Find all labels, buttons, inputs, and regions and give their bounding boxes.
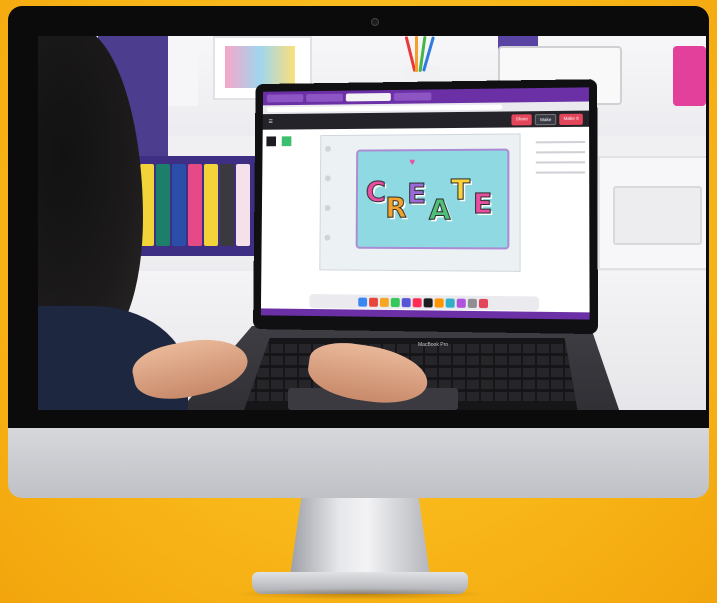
app-icon[interactable]: [457, 298, 466, 307]
make-it-button[interactable]: Make It: [560, 113, 583, 124]
app-icon[interactable]: [424, 298, 433, 307]
browser-tab[interactable]: [267, 94, 304, 102]
laptop-screen: ☰ Share Make Make It C R E A T E ♥: [253, 79, 598, 334]
mat-dot: [325, 205, 331, 211]
pink-bag: [673, 46, 706, 106]
app-icon[interactable]: [391, 297, 400, 306]
macos-dock: [309, 294, 539, 311]
mat-dot: [325, 146, 331, 152]
pencil: [415, 36, 418, 72]
mat-dot: [325, 175, 331, 181]
binder: [188, 164, 202, 246]
browser-tab[interactable]: [306, 94, 343, 102]
binder: [172, 164, 186, 246]
monitor-bezel: MacBook Pro ☰ Share Make Make It C R E A…: [8, 6, 709, 428]
letter: E: [473, 187, 492, 220]
letter: T: [451, 173, 470, 206]
share-button[interactable]: Share: [512, 114, 532, 125]
laptop-brand-label: MacBook Pro: [418, 342, 448, 348]
status-bar: [261, 308, 590, 319]
letter: A: [429, 193, 451, 226]
binder: [220, 164, 234, 246]
finder-icon[interactable]: [358, 297, 367, 306]
heart-icon: ♥: [409, 157, 415, 168]
browser-tab-active[interactable]: [346, 93, 391, 101]
app-body: C R E A T E ♥: [261, 127, 589, 280]
design-app-window: ☰ Share Make Make It C R E A T E ♥: [261, 87, 590, 319]
create-design[interactable]: C R E A T E ♥: [356, 149, 510, 250]
layers-panel: [265, 133, 307, 271]
make-button[interactable]: Make: [535, 113, 556, 124]
binder: [156, 164, 170, 246]
app-icon[interactable]: [402, 298, 411, 307]
monitor-screen: MacBook Pro ☰ Share Make Make It C R E A…: [38, 36, 706, 410]
monitor-stand: [290, 498, 430, 576]
menu-icon[interactable]: ☰: [268, 119, 272, 125]
property-row[interactable]: [536, 141, 585, 143]
stand-shadow: [232, 588, 488, 600]
storage-basket: [613, 186, 702, 245]
property-row[interactable]: [536, 151, 585, 153]
app-icon[interactable]: [479, 298, 488, 307]
color-swatch[interactable]: [282, 136, 292, 146]
letter: E: [407, 177, 426, 210]
shelf-divider: [168, 36, 198, 106]
app-icon[interactable]: [468, 298, 477, 307]
app-icon[interactable]: [380, 297, 389, 306]
property-row[interactable]: [536, 171, 585, 173]
app-icon[interactable]: [369, 297, 378, 306]
art-print: [225, 46, 295, 88]
header-actions: Share Make Make It: [512, 113, 583, 125]
letter: R: [385, 191, 406, 224]
letter: C: [366, 175, 386, 208]
app-icon[interactable]: [435, 298, 444, 307]
property-row[interactable]: [536, 161, 585, 163]
app-icon[interactable]: [446, 298, 455, 307]
properties-panel: [536, 133, 585, 265]
webcam-icon: [371, 18, 379, 26]
app-icon[interactable]: [413, 298, 422, 307]
color-swatch[interactable]: [266, 136, 276, 146]
binder: [236, 164, 250, 246]
design-canvas[interactable]: C R E A T E ♥: [319, 133, 520, 271]
monitor-chin: [8, 428, 709, 498]
browser-tab[interactable]: [394, 92, 432, 100]
create-lettering: C R E A T E: [366, 173, 506, 234]
binder: [204, 164, 218, 246]
mat-dot: [324, 235, 330, 241]
key-row: [243, 344, 578, 353]
